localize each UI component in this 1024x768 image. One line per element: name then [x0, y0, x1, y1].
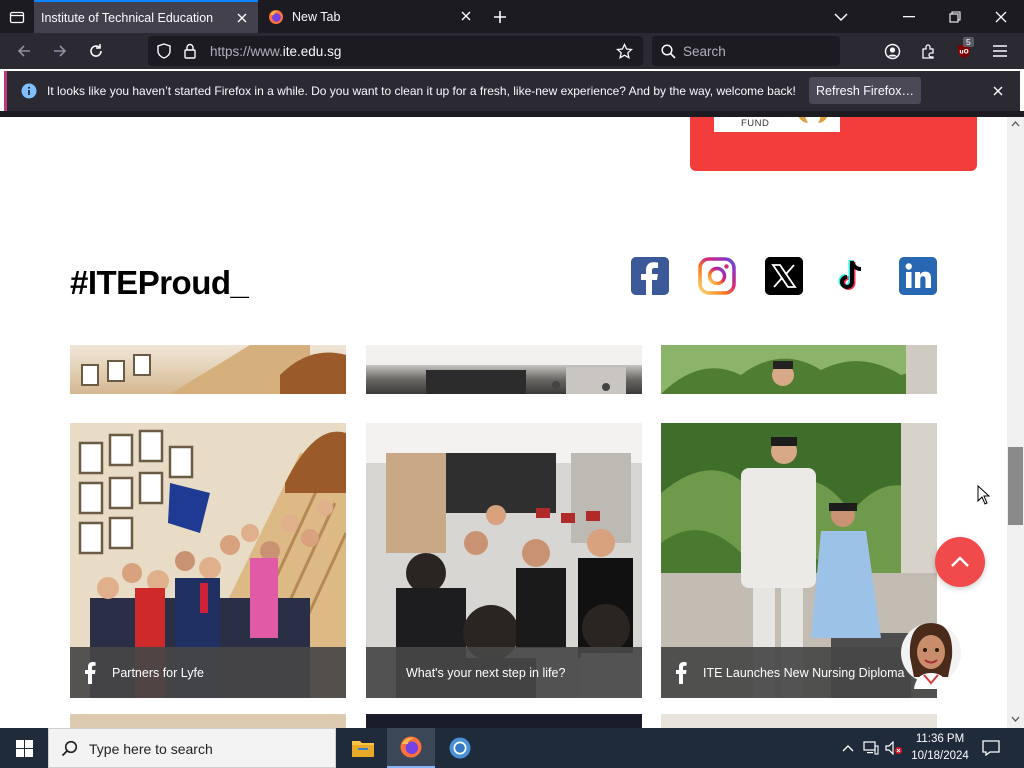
donate-fund-banner[interactable]: FUND	[690, 117, 977, 171]
refresh-firefox-button[interactable]: Refresh Firefox…	[809, 77, 921, 104]
windows-taskbar: Type here to search 11:36 PM 10/18/2024	[0, 728, 1024, 768]
search-bar[interactable]: Search	[652, 36, 840, 66]
close-notification-icon[interactable]	[990, 83, 1006, 99]
search-icon	[661, 44, 676, 64]
fund-logo: FUND	[714, 117, 840, 132]
post-caption: Partners for Lyfe	[70, 647, 346, 698]
browser-tab-bar: Institute of Technical Education New Tab	[0, 0, 1024, 33]
linkedin-icon[interactable]	[899, 257, 937, 295]
file-explorer-icon[interactable]	[339, 728, 387, 768]
firefox-icon[interactable]	[387, 728, 435, 768]
fund-label: FUND	[741, 118, 770, 129]
url-scheme: https://www.	[210, 44, 283, 59]
post-card[interactable]	[70, 714, 346, 728]
account-icon[interactable]	[878, 37, 906, 65]
post-card[interactable]	[366, 345, 642, 394]
page-scrollbar[interactable]	[1007, 117, 1024, 728]
refresh-notification-bar: It looks like you haven’t started Firefo…	[4, 71, 1020, 111]
windows-start-icon[interactable]	[0, 728, 48, 768]
info-icon	[21, 83, 37, 104]
taskbar-clock[interactable]: 11:36 PM 10/18/2024	[906, 731, 974, 765]
tiktok-icon[interactable]	[832, 257, 870, 295]
firefox-icon	[268, 9, 284, 25]
x-icon[interactable]	[765, 257, 803, 295]
clock-time: 11:36 PM	[915, 733, 965, 745]
photo-image	[366, 345, 642, 394]
facebook-icon	[84, 661, 106, 684]
restore-icon[interactable]	[932, 0, 978, 33]
notifications-icon[interactable]	[981, 738, 1001, 758]
section-title: #ITEProud_	[70, 264, 249, 301]
post-card-partners-for-lyfe[interactable]: Partners for Lyfe	[70, 423, 346, 698]
new-tab-icon[interactable]	[488, 5, 512, 29]
minimize-icon[interactable]	[886, 0, 932, 33]
facebook-icon[interactable]	[631, 257, 669, 295]
scrollbar-thumb[interactable]	[1008, 447, 1023, 525]
url-text[interactable]: https://www.ite.edu.sg	[210, 44, 341, 59]
close-tab-icon[interactable]	[234, 10, 250, 26]
post-card-nursing-diploma[interactable]: ITE Launches New Nursing Diploma	[661, 423, 937, 698]
search-placeholder: Search	[683, 44, 726, 59]
chatbot-avatar[interactable]	[900, 617, 962, 689]
url-bar[interactable]: https://www.ite.edu.sg	[148, 36, 643, 66]
post-caption-text: What's your next step in life?	[406, 665, 566, 680]
svg-text:uO: uO	[959, 49, 968, 56]
tab-list-icon[interactable]	[4, 4, 30, 30]
taskbar-search-placeholder: Type here to search	[89, 741, 213, 757]
mouse-cursor-icon	[977, 485, 991, 505]
chevron-down-icon[interactable]	[818, 0, 864, 33]
web-page-content: FUND #ITEProud_ Partners for Lyfe What's…	[0, 117, 1007, 728]
url-host: ite.edu.sg	[282, 44, 342, 59]
tracking-protection-icon[interactable]	[156, 43, 172, 64]
clock-date: 10/18/2024	[911, 750, 969, 762]
close-window-icon[interactable]	[978, 0, 1024, 33]
chrome-icon[interactable]	[436, 728, 484, 768]
photo-image	[81, 345, 346, 394]
post-caption: What's your next step in life?	[366, 647, 642, 698]
taskbar-search-box[interactable]: Type here to search	[48, 728, 336, 768]
post-caption-text: ITE Launches New Nursing Diploma	[703, 665, 905, 680]
post-card-next-step[interactable]: What's your next step in life?	[366, 423, 642, 698]
post-card[interactable]	[661, 345, 937, 394]
back-icon[interactable]	[10, 37, 38, 65]
scroll-to-top-button[interactable]	[935, 537, 985, 587]
chevron-up-icon[interactable]	[838, 738, 858, 758]
search-icon	[61, 740, 78, 762]
browser-toolbar: https://www.ite.edu.sg Search uO 5	[0, 33, 1024, 69]
hands-icon	[798, 117, 828, 123]
scroll-down-arrow-icon[interactable]	[1011, 716, 1020, 722]
bookmark-star-icon[interactable]	[615, 42, 634, 65]
tab-new-tab[interactable]: New Tab	[260, 0, 482, 33]
chevron-up-icon	[951, 556, 969, 567]
close-tab-icon[interactable]	[458, 8, 474, 24]
post-card[interactable]	[366, 714, 642, 728]
reload-icon[interactable]	[82, 37, 110, 65]
instagram-icon[interactable]	[698, 257, 736, 295]
photo-image	[661, 345, 937, 394]
lock-icon[interactable]	[183, 43, 197, 64]
tab-title: Institute of Technical Education	[41, 10, 214, 25]
ublock-origin-icon[interactable]: uO 5	[950, 37, 978, 65]
volume-muted-icon[interactable]	[884, 738, 904, 758]
post-caption-text: Partners for Lyfe	[112, 665, 204, 680]
notification-message: It looks like you haven’t started Firefo…	[47, 84, 796, 98]
scroll-up-arrow-icon[interactable]	[1011, 121, 1020, 127]
extensions-icon[interactable]	[914, 37, 942, 65]
menu-icon[interactable]	[986, 37, 1014, 65]
forward-icon[interactable]	[46, 37, 74, 65]
network-icon[interactable]	[861, 738, 881, 758]
tab-title: New Tab	[292, 9, 341, 24]
post-caption: ITE Launches New Nursing Diploma	[661, 647, 937, 698]
post-card[interactable]	[70, 345, 346, 394]
extension-badge: 5	[963, 37, 974, 47]
tab-ite[interactable]: Institute of Technical Education	[34, 0, 258, 33]
post-card[interactable]	[661, 714, 937, 728]
facebook-icon	[675, 661, 697, 684]
